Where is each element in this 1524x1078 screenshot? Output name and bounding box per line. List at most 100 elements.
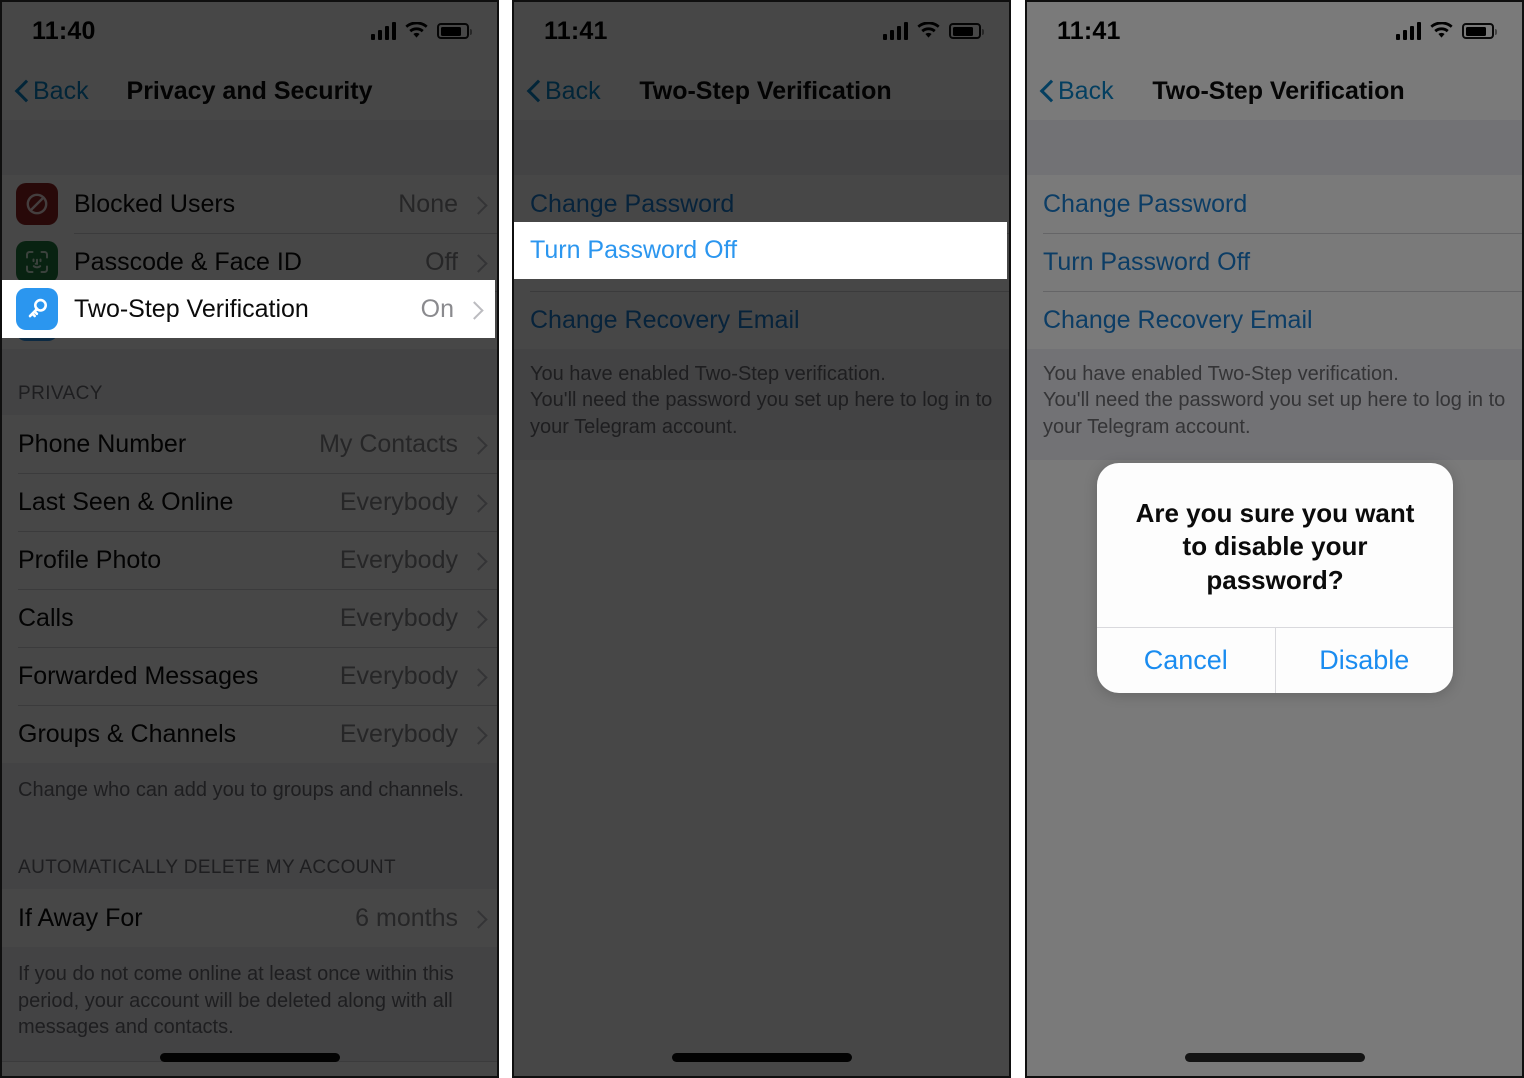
row-label: If Away For bbox=[18, 903, 143, 932]
row-label: Last Seen & Online bbox=[18, 487, 234, 516]
row-label: Blocked Users bbox=[74, 189, 236, 218]
row-label: Change Recovery Email bbox=[1043, 305, 1313, 334]
two-step-footer-text: You have enabled Two-Step verification. … bbox=[1025, 349, 1524, 461]
navigation-bar: Back Two-Step Verification bbox=[1025, 62, 1524, 120]
row-value: 6 months bbox=[355, 903, 458, 932]
auto-delete-section-header: AUTOMATICALLY DELETE MY ACCOUNT bbox=[0, 823, 499, 890]
cellular-signal-icon bbox=[1395, 22, 1421, 40]
back-label: Back bbox=[33, 76, 89, 105]
highlighted-row-two-step-verification[interactable]: Two-Step Verification On bbox=[0, 280, 495, 338]
row-label: Change Password bbox=[530, 189, 735, 218]
auto-delete-footer-text: If you do not come online at least once … bbox=[0, 947, 499, 1061]
chevron-left-icon bbox=[16, 80, 29, 102]
status-time: 11:41 bbox=[544, 16, 608, 45]
row-label: Change Password bbox=[1043, 189, 1248, 218]
row-label: Groups & Channels bbox=[18, 719, 237, 748]
chevron-left-icon bbox=[528, 80, 541, 102]
two-step-list: Change Password Turn Password Off Change… bbox=[1025, 120, 1524, 461]
wifi-icon bbox=[1430, 22, 1453, 40]
row-profile-photo[interactable]: Profile Photo Everybody bbox=[0, 531, 499, 589]
highlighted-row-turn-password-off[interactable]: Turn Password Off bbox=[512, 222, 1007, 279]
battery-icon bbox=[437, 23, 472, 39]
row-label: Turn Password Off bbox=[530, 236, 738, 264]
row-turn-password-off[interactable]: Turn Password Off bbox=[1025, 233, 1524, 291]
chevron-right-icon bbox=[472, 435, 483, 454]
row-label: Profile Photo bbox=[18, 545, 162, 574]
face-id-icon bbox=[16, 241, 58, 283]
panel-gap-1 bbox=[499, 0, 512, 1078]
disable-button[interactable]: Disable bbox=[1274, 627, 1454, 693]
row-label: Change Recovery Email bbox=[530, 305, 800, 334]
battery-icon bbox=[1462, 23, 1497, 39]
panel-gap-2 bbox=[1011, 0, 1025, 1078]
back-button[interactable]: Back bbox=[16, 77, 89, 106]
privacy-group: Phone Number My Contacts Last Seen & Onl… bbox=[0, 415, 499, 763]
row-groups-channels[interactable]: Groups & Channels Everybody bbox=[0, 705, 499, 763]
navigation-bar: Back Two-Step Verification bbox=[512, 62, 1011, 120]
chevron-right-icon bbox=[472, 493, 483, 512]
phone-panel-privacy-and-security: 11:40 Back Privacy and Security Blocked … bbox=[0, 0, 499, 1078]
settings-list: Blocked Users None Passcode & Face ID Of… bbox=[0, 120, 499, 1078]
row-change-recovery-email[interactable]: Change Recovery Email bbox=[512, 291, 1011, 349]
data-settings-group: Data Settings bbox=[0, 1060, 499, 1078]
row-label: Phone Number bbox=[18, 429, 187, 458]
row-if-away-for[interactable]: If Away For 6 months bbox=[0, 889, 499, 948]
row-value: None bbox=[398, 189, 458, 218]
status-bar: 11:41 bbox=[1025, 0, 1524, 62]
row-value: Everybody bbox=[339, 487, 458, 516]
status-indicators bbox=[882, 22, 984, 40]
back-label: Back bbox=[1058, 76, 1114, 105]
back-button[interactable]: Back bbox=[528, 77, 601, 106]
row-value: Everybody bbox=[339, 545, 458, 574]
wifi-icon bbox=[917, 22, 940, 40]
two-step-list: Change Password Turn Password Off Change… bbox=[512, 120, 1011, 461]
row-calls[interactable]: Calls Everybody bbox=[0, 589, 499, 647]
phone-panel-two-step-verification: 11:41 Back Two-Step Verification Change … bbox=[512, 0, 1011, 1078]
status-indicators bbox=[1395, 22, 1497, 40]
three-phone-screenshot-strip: 11:40 Back Privacy and Security Blocked … bbox=[0, 0, 1524, 1078]
row-label: Passcode & Face ID bbox=[74, 247, 302, 276]
status-time: 11:41 bbox=[1057, 16, 1121, 45]
chevron-right-icon bbox=[472, 551, 483, 570]
disable-password-alert: Are you sure you want to disable your pa… bbox=[1097, 463, 1453, 693]
chevron-right-icon bbox=[472, 253, 483, 272]
cellular-signal-icon bbox=[882, 22, 908, 40]
status-bar: 11:41 bbox=[512, 0, 1011, 62]
auto-delete-group: If Away For 6 months bbox=[0, 889, 499, 948]
two-step-footer-text: You have enabled Two-Step verification. … bbox=[512, 349, 1011, 461]
navigation-bar: Back Privacy and Security bbox=[0, 62, 499, 120]
row-blocked-users[interactable]: Blocked Users None bbox=[0, 175, 499, 233]
home-indicator[interactable] bbox=[1184, 1053, 1365, 1062]
list-top-spacer bbox=[512, 120, 1011, 175]
alert-actions: Cancel Disable bbox=[1097, 626, 1454, 693]
two-step-actions-group: Change Password Turn Password Off Change… bbox=[1025, 175, 1524, 349]
row-change-password[interactable]: Change Password bbox=[1025, 175, 1524, 233]
alert-title: Are you sure you want to disable your pa… bbox=[1135, 498, 1415, 595]
status-indicators bbox=[370, 22, 472, 40]
blocked-users-icon bbox=[16, 183, 58, 225]
chevron-right-icon bbox=[472, 909, 483, 928]
back-label: Back bbox=[545, 76, 601, 105]
battery-icon bbox=[949, 23, 984, 39]
cancel-button[interactable]: Cancel bbox=[1097, 628, 1275, 693]
row-change-recovery-email[interactable]: Change Recovery Email bbox=[1025, 291, 1524, 349]
chevron-right-icon bbox=[468, 300, 479, 319]
row-data-settings[interactable]: Data Settings bbox=[0, 1060, 499, 1078]
status-time: 11:40 bbox=[32, 16, 96, 45]
row-label: Turn Password Off bbox=[1043, 247, 1251, 276]
row-phone-number[interactable]: Phone Number My Contacts bbox=[0, 415, 499, 473]
back-button[interactable]: Back bbox=[1041, 77, 1114, 106]
cellular-signal-icon bbox=[370, 22, 396, 40]
phone-panel-disable-password-alert: 11:41 Back Two-Step Verification Change … bbox=[1025, 0, 1524, 1078]
list-top-spacer bbox=[1025, 120, 1524, 175]
row-value: Off bbox=[425, 247, 458, 276]
wifi-icon bbox=[405, 22, 428, 40]
row-value: My Contacts bbox=[319, 429, 458, 458]
chevron-right-icon bbox=[472, 609, 483, 628]
row-label: Forwarded Messages bbox=[18, 661, 259, 690]
row-last-seen-online[interactable]: Last Seen & Online Everybody bbox=[0, 473, 499, 531]
row-forwarded-messages[interactable]: Forwarded Messages Everybody bbox=[0, 647, 499, 705]
list-top-spacer bbox=[0, 120, 499, 175]
home-indicator[interactable] bbox=[159, 1053, 340, 1062]
home-indicator[interactable] bbox=[671, 1053, 852, 1062]
